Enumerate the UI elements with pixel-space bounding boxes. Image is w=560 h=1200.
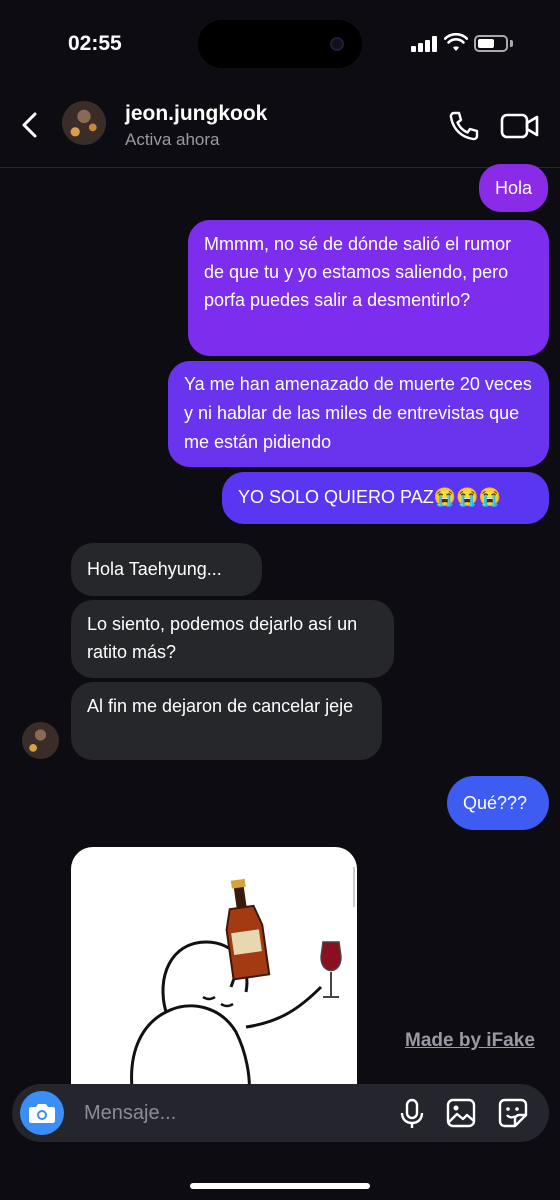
sender-avatar[interactable] [22,722,59,759]
camera-button[interactable] [20,1091,64,1135]
camera-dot-icon [330,37,344,51]
message-composer [12,1084,549,1142]
message-input[interactable] [84,1098,344,1128]
battery-tip [510,40,513,47]
message-sent[interactable]: Ya me han amenazado de muerte 20 veces y… [168,361,549,467]
gallery-icon[interactable] [446,1098,476,1128]
chat-header: jeon.jungkook Activa ahora [0,90,560,168]
status-bar: 02:55 [0,0,560,90]
message-received[interactable]: Hola Taehyung... [71,543,262,596]
battery-icon [474,35,508,52]
status-time: 02:55 [68,32,122,55]
message-received[interactable]: Al fin me dejaron de cancelar jeje [71,682,382,760]
contact-presence: Activa ahora [125,130,220,149]
phone-icon[interactable] [448,110,480,142]
message-sent[interactable]: YO SOLO QUIERO PAZ😭😭😭 [222,472,549,524]
battery-level [478,39,494,48]
watermark-text: Made by iFake [405,1030,535,1051]
dynamic-island [198,20,362,68]
sticker-drinking-character-icon [130,867,355,1097]
sticker-icon[interactable] [498,1098,528,1128]
contact-username[interactable]: jeon.jungkook [125,102,267,126]
microphone-icon[interactable] [398,1098,426,1130]
image-message[interactable] [71,847,357,1097]
contact-avatar[interactable] [62,101,106,145]
camera-icon [29,1104,55,1123]
message-received[interactable]: Lo siento, podemos dejarlo así un ratito… [71,600,394,678]
message-sent[interactable]: Qué??? [447,776,549,830]
message-sent[interactable]: Mmmm, no sé de dónde salió el rumor de q… [188,220,549,356]
back-icon[interactable] [18,110,42,140]
video-camera-icon[interactable] [500,110,540,142]
message-sent[interactable]: Hola [478,164,548,212]
home-indicator [190,1183,370,1189]
wifi-icon [444,33,468,51]
cellular-signal-icon [411,36,439,52]
